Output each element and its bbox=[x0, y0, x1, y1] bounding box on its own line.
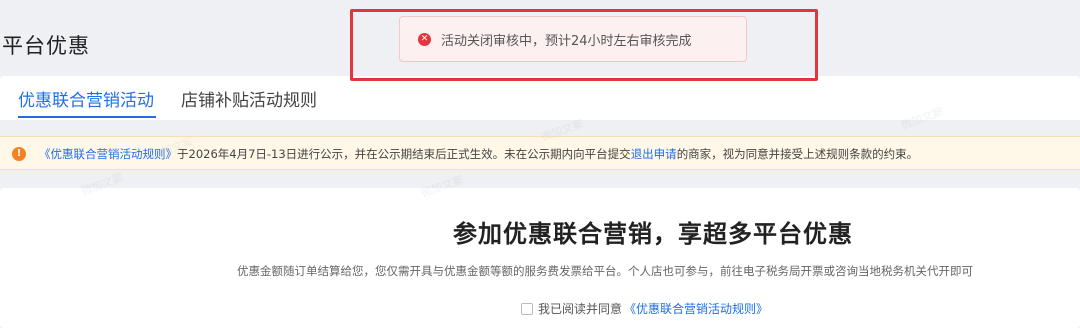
notice-text-part2: 的商家，视为同意并接受上述规则条款的约束。 bbox=[676, 147, 919, 161]
error-icon: ✕ bbox=[418, 32, 431, 46]
page-title: 平台优惠 bbox=[2, 34, 90, 58]
active-tab-indicator bbox=[18, 116, 156, 118]
agreement-text: 我已阅读并同意 bbox=[538, 302, 623, 316]
notice-banner: ! 《优惠联合营销活动规则》于2026年4月7日-13日进行公示，并在公示期结束… bbox=[0, 136, 1080, 170]
main-description: 优惠金额随订单结算给您，您仅需开具与优惠金额等额的服务费发票给平台。个人店也可参… bbox=[237, 264, 973, 278]
tab-store-subsidy-rules[interactable]: 店铺补贴活动规则 bbox=[181, 86, 317, 111]
toast-text: 活动关闭审核中，预计24小时左右审核完成 bbox=[441, 33, 692, 49]
main-panel: 参加优惠联合营销，享超多平台优惠 优惠金额随订单结算给您，您仅需开具与优惠金额等… bbox=[0, 188, 1080, 328]
toast-message: ✕ 活动关闭审核中，预计24小时左右审核完成 bbox=[399, 16, 747, 62]
tab-joint-marketing[interactable]: 优惠联合营销活动 bbox=[18, 86, 154, 111]
rules-link[interactable]: 《优惠联合营销活动规则》 bbox=[39, 147, 177, 161]
agreement-checkbox[interactable] bbox=[521, 302, 533, 315]
tab-bar: 优惠联合营销活动 店铺补贴活动规则 bbox=[0, 76, 1080, 120]
agreement-rules-link[interactable]: 《优惠联合营销活动规则》 bbox=[624, 300, 768, 317]
warning-icon: ! bbox=[12, 147, 26, 161]
exit-application-link[interactable]: 退出申请 bbox=[631, 147, 677, 161]
notice-text-part1: 于2026年4月7日-13日进行公示，并在公示期结束后正式生效。未在公示期内向平… bbox=[177, 147, 631, 161]
agreement-row: 我已阅读并同意 《优惠联合营销活动规则》 bbox=[521, 300, 768, 317]
main-title: 参加优惠联合营销，享超多平台优惠 bbox=[453, 220, 853, 248]
